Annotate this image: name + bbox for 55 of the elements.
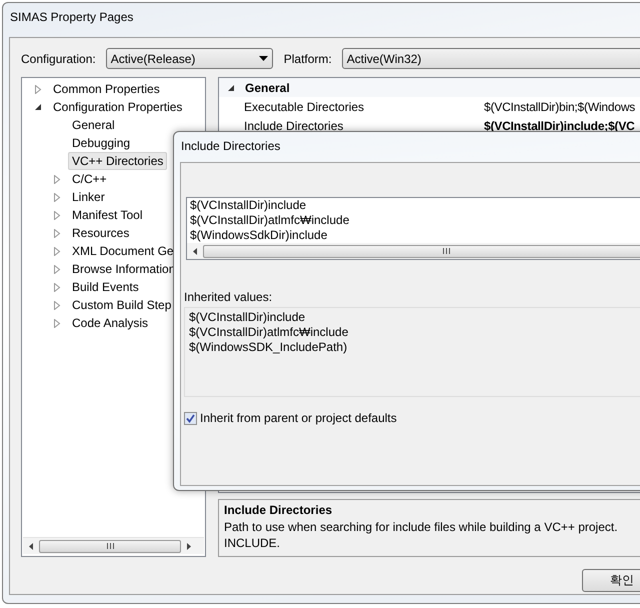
ok-button[interactable]: 확인 <box>582 569 640 592</box>
tree-item[interactable]: XML Document Ge <box>68 242 178 260</box>
inherited-value: $(VCInstallDir)include <box>189 310 306 325</box>
scroll-left-icon[interactable] <box>29 542 33 550</box>
tree-item[interactable]: Build Events <box>68 278 143 296</box>
tree-item[interactable]: Common Properties <box>49 80 164 98</box>
tree-item[interactable]: C/C++ <box>68 170 111 188</box>
expand-arrow-icon[interactable] <box>53 246 61 256</box>
scroll-right-icon[interactable] <box>187 542 191 550</box>
input-field[interactable]: $(VCInstallDir)include $(VCInstallDir)atlmfc₩include $(WindowsSdkDir)include <box>186 197 640 260</box>
caret-icon <box>258 56 268 61</box>
platform-dropdown[interactable]: Active(Win32) <box>342 48 640 69</box>
configuration-dropdown[interactable]: Active(Release) <box>106 48 273 69</box>
tree-item[interactable]: General <box>68 116 119 134</box>
property-value[interactable]: $(VCInstallDir)include;$(VC <box>481 118 635 132</box>
dialog-title: Include Directories <box>180 138 282 155</box>
checkbox[interactable] <box>184 412 197 424</box>
description-text: Path to use when searching for include files while building a VC++ project. <box>224 520 619 536</box>
horizontal-scrollbar[interactable] <box>187 243 640 259</box>
property-name[interactable]: Executable Directories <box>241 100 481 114</box>
scroll-thumb[interactable] <box>39 540 181 552</box>
tree-item[interactable]: Linker <box>68 188 109 206</box>
platform-label: Platform: <box>284 52 332 66</box>
expand-arrow-icon[interactable] <box>53 192 61 202</box>
expand-arrow-icon[interactable] <box>53 318 61 328</box>
tree-item[interactable]: Debugging <box>68 134 134 152</box>
tree-item[interactable]: Manifest Tool <box>68 206 146 224</box>
expand-arrow-icon[interactable] <box>53 264 61 274</box>
tree-item[interactable]: Code Analysis <box>68 314 152 332</box>
checkbox-label[interactable]: Inherit from parent or project defaults <box>200 411 397 425</box>
expand-arrow-icon[interactable] <box>53 282 61 292</box>
section-header: General <box>245 80 290 94</box>
expand-arrow-icon[interactable] <box>53 174 61 184</box>
scroll-left-icon[interactable] <box>193 248 197 255</box>
expand-arrow-icon[interactable] <box>53 228 61 238</box>
property-name[interactable]: Include Directories <box>241 118 481 132</box>
tree-item[interactable]: Configuration Properties <box>49 98 186 116</box>
description-text: INCLUDE. <box>224 536 282 552</box>
inherited-value: $(VCInstallDir)atlmfc₩include <box>189 325 350 340</box>
description-title: Include Directories <box>224 503 334 519</box>
inherited-values-label: Inherited values: <box>184 290 274 306</box>
collapse-arrow-icon[interactable] <box>34 102 42 112</box>
property-value[interactable]: $(VCInstallDir)bin;$(Windows <box>481 100 636 114</box>
horizontal-scrollbar[interactable] <box>23 537 204 554</box>
collapse-arrow-icon[interactable] <box>227 84 235 92</box>
inherited-value: $(WindowsSDK_IncludePath) <box>189 340 348 355</box>
expand-arrow-icon[interactable] <box>53 300 61 310</box>
configuration-label: Configuration: <box>21 52 96 66</box>
window-title: SIMAS Property Pages <box>9 9 134 26</box>
tree-item[interactable]: Resources <box>68 224 134 242</box>
tree-item[interactable]: Custom Build Step <box>68 296 176 314</box>
expand-arrow-icon[interactable] <box>34 84 42 94</box>
tree-item[interactable]: VC++ Directories <box>68 152 168 170</box>
scroll-thumb[interactable] <box>203 244 640 258</box>
expand-arrow-icon[interactable] <box>53 210 61 220</box>
